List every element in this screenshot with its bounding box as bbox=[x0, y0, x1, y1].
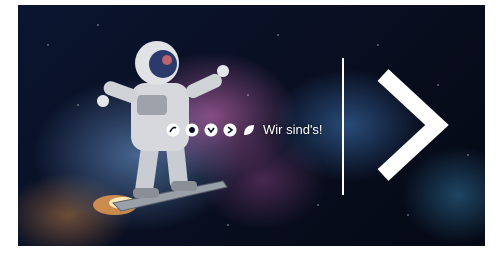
brand-logo-5-icon bbox=[244, 124, 254, 135]
brand-tagline: Wir sind's! bbox=[166, 122, 323, 137]
hero-banner[interactable]: Wir sind's! bbox=[18, 5, 485, 246]
tagline-text: Wir sind's! bbox=[263, 122, 323, 137]
brand-logo-3-icon bbox=[204, 123, 218, 136]
chevron-right-icon[interactable] bbox=[373, 67, 453, 183]
vertical-divider bbox=[342, 58, 344, 195]
brand-logo-1-icon bbox=[166, 123, 180, 136]
brand-logo-4-icon bbox=[223, 123, 237, 136]
brand-logo-2-icon bbox=[185, 123, 199, 136]
